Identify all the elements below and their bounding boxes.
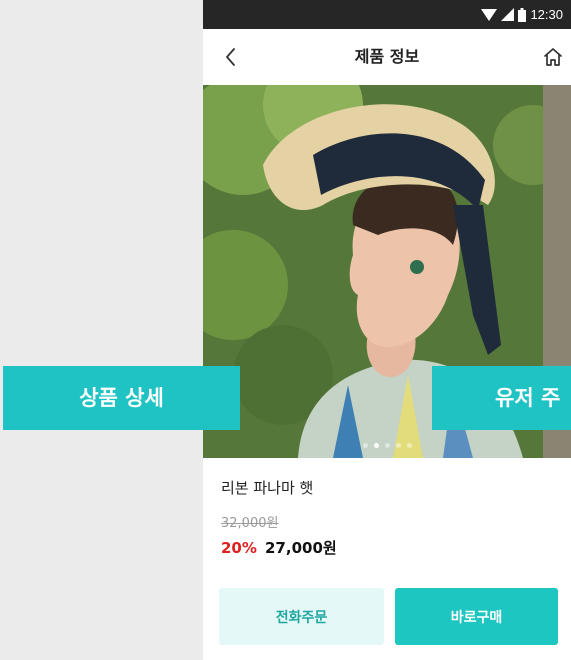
phone-screen: 12:30 제품 정보 리본 파나마 햇 32,000원 20% 27,000원… xyxy=(203,0,571,660)
carousel-dot[interactable] xyxy=(384,443,390,448)
carousel-indicator xyxy=(203,443,571,448)
app-bar: 제품 정보 xyxy=(203,29,571,85)
price-line: 20% 27,000원 xyxy=(221,538,337,558)
product-name: 리본 파나마 햇 xyxy=(221,479,314,497)
system-icons: 12:30 xyxy=(481,6,563,23)
page-title: 제품 정보 xyxy=(354,47,420,66)
phone-order-button[interactable]: 전화주문 xyxy=(219,588,384,645)
home-icon[interactable] xyxy=(541,45,565,69)
carousel-dot[interactable] xyxy=(362,443,368,448)
sale-price: 27,000원 xyxy=(265,539,337,557)
product-info: 리본 파나마 햇 32,000원 20% 27,000원 xyxy=(221,478,561,557)
original-price: 32,000원 xyxy=(221,516,279,531)
discount-rate: 20% xyxy=(221,539,257,557)
section-label-product-detail: 상품 상세 xyxy=(3,366,240,430)
carousel-dot[interactable] xyxy=(406,443,412,448)
carousel-dot-active[interactable] xyxy=(373,443,379,448)
signal-icon xyxy=(501,8,515,21)
status-bar: 12:30 xyxy=(203,0,571,29)
wifi-icon xyxy=(481,8,498,21)
section-label-user: 유저 주 xyxy=(432,366,571,430)
buy-now-button[interactable]: 바로구매 xyxy=(395,588,558,645)
status-time: 12:30 xyxy=(530,7,563,22)
carousel-dot[interactable] xyxy=(395,443,401,448)
battery-icon xyxy=(518,7,527,22)
